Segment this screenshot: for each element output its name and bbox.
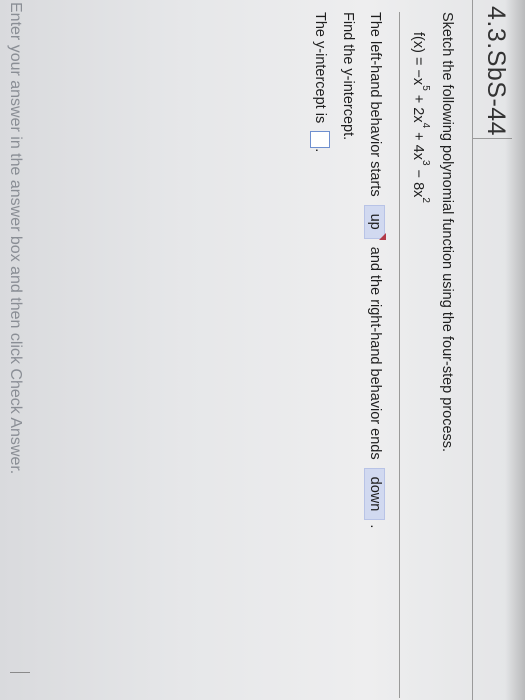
behavior-period: .: [367, 524, 383, 529]
exponent-3: 3: [420, 160, 431, 166]
y-intercept-sentence: The y-intercept is .: [310, 12, 330, 152]
function-prefix: f(x) = −x: [410, 32, 427, 86]
exponent-2: 2: [420, 197, 431, 203]
title-rule: [472, 0, 473, 700]
y-intercept-answer-box[interactable]: [310, 131, 330, 149]
exponent-4: 4: [420, 122, 431, 129]
dropdown-indicator-icon: [379, 232, 386, 240]
function-rule: [399, 12, 400, 698]
left-behavior-label: The left-hand behavior starts: [367, 12, 383, 197]
find-y-intercept-text: Find the y-intercept.: [340, 12, 356, 141]
left-behavior-value: up: [367, 213, 383, 230]
problem-prompt: Sketch the following polynomial function…: [439, 12, 455, 453]
term-2: + 2x: [410, 90, 427, 123]
right-behavior-label: and the right-hand behavior ends: [367, 246, 383, 460]
right-behavior-value: down: [367, 476, 383, 512]
y-intercept-period: .: [312, 148, 329, 153]
answer-instruction: Enter your answer in the answer box and …: [7, 2, 24, 475]
end-behavior-sentence: The left-hand behavior starts up and the…: [364, 12, 386, 529]
right-behavior-dropdown[interactable]: down: [364, 467, 385, 521]
screen-edge-shadow: [505, 0, 525, 700]
term-3: + 4x: [410, 128, 427, 160]
left-behavior-dropdown[interactable]: up: [364, 204, 386, 240]
term-4: − 8x: [410, 165, 427, 198]
screen: 4.3.SbS-44 Sketch the following polynomi…: [0, 0, 525, 700]
exponent-5: 5: [420, 85, 431, 91]
y-intercept-label: The y-intercept is: [312, 12, 329, 124]
problem-panel: 4.3.SbS-44 Sketch the following polynomi…: [0, 0, 512, 700]
footer-divider: [10, 672, 30, 673]
function-expression: f(x) = −x5 + 2x4 + 4x3 − 8x2: [410, 32, 431, 203]
